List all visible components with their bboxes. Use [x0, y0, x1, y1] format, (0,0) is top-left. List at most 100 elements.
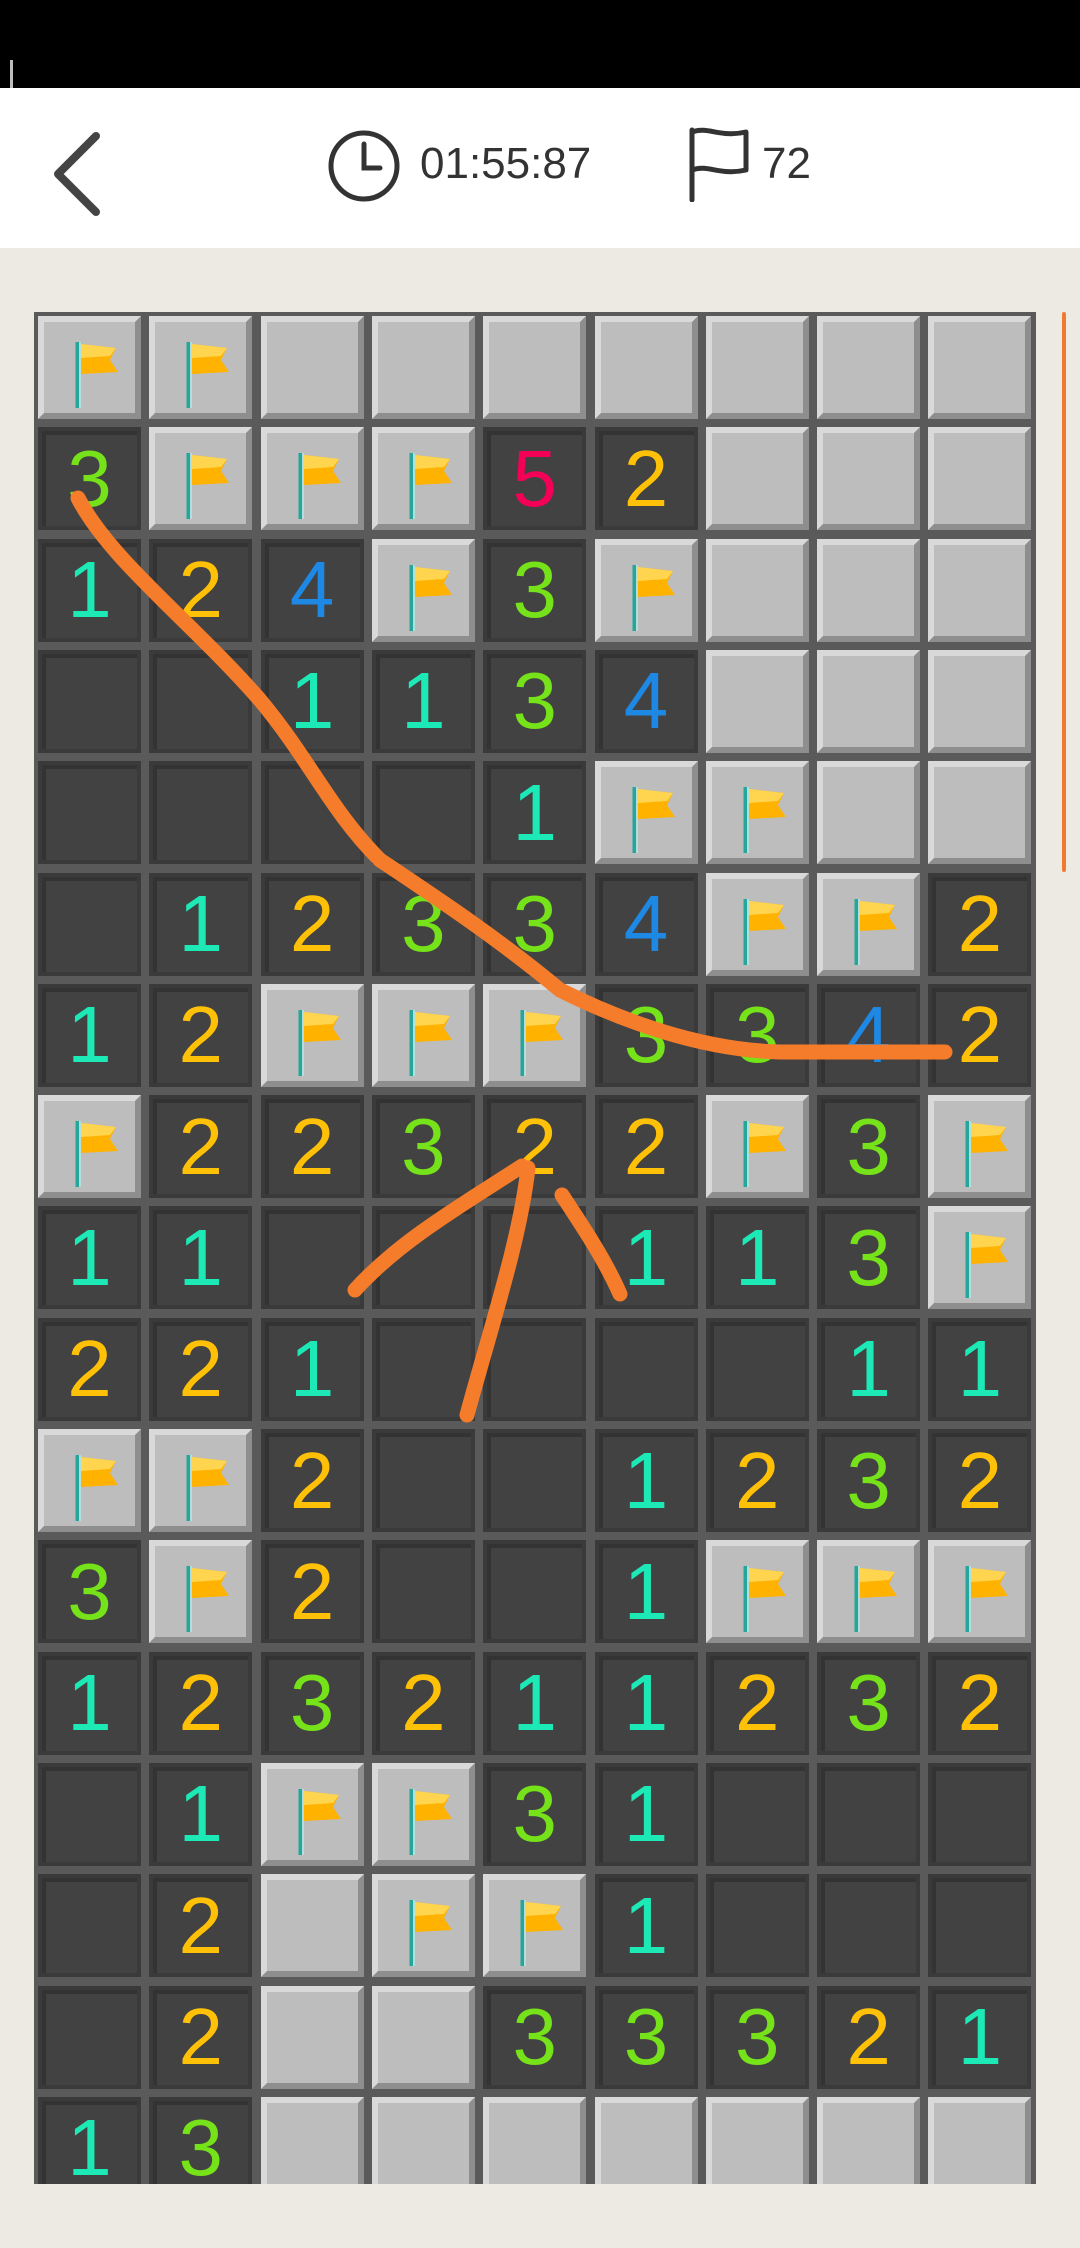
- empty-cell[interactable]: [38, 1762, 141, 1866]
- unrevealed-cell[interactable]: [260, 2096, 364, 2184]
- number-cell[interactable]: 4: [594, 872, 698, 976]
- number-cell[interactable]: 3: [38, 427, 141, 531]
- flagged-cell[interactable]: [149, 427, 253, 531]
- unrevealed-cell[interactable]: [705, 316, 809, 419]
- number-cell[interactable]: 2: [149, 1095, 253, 1199]
- number-cell[interactable]: 3: [705, 1985, 809, 2089]
- number-cell[interactable]: 1: [594, 1429, 698, 1532]
- number-cell[interactable]: 3: [483, 1985, 587, 2089]
- number-cell[interactable]: 2: [928, 872, 1032, 976]
- unrevealed-cell[interactable]: [817, 316, 921, 419]
- flagged-cell[interactable]: [38, 1429, 141, 1532]
- number-cell[interactable]: 1: [149, 1762, 253, 1866]
- empty-cell[interactable]: [483, 1540, 587, 1644]
- unrevealed-cell[interactable]: [817, 427, 921, 531]
- unrevealed-cell[interactable]: [928, 538, 1032, 642]
- flagged-cell[interactable]: [371, 983, 475, 1087]
- number-cell[interactable]: 2: [928, 1651, 1032, 1755]
- unrevealed-cell[interactable]: [705, 2096, 809, 2184]
- number-cell[interactable]: 2: [38, 1317, 141, 1421]
- unrevealed-cell[interactable]: [705, 538, 809, 642]
- number-cell[interactable]: 2: [594, 1095, 698, 1199]
- flagged-cell[interactable]: [705, 761, 809, 865]
- unrevealed-cell[interactable]: [705, 427, 809, 531]
- empty-cell[interactable]: [38, 649, 141, 753]
- number-cell[interactable]: 1: [149, 872, 253, 976]
- number-cell[interactable]: 1: [483, 761, 587, 865]
- number-cell[interactable]: 1: [594, 1762, 698, 1866]
- number-cell[interactable]: 2: [705, 1651, 809, 1755]
- empty-cell[interactable]: [371, 1206, 475, 1310]
- number-cell[interactable]: 3: [483, 649, 587, 753]
- unrevealed-cell[interactable]: [817, 538, 921, 642]
- empty-cell[interactable]: [149, 649, 253, 753]
- flagged-cell[interactable]: [705, 872, 809, 976]
- unrevealed-cell[interactable]: [260, 316, 364, 419]
- flagged-cell[interactable]: [371, 1762, 475, 1866]
- number-cell[interactable]: 2: [149, 983, 253, 1087]
- number-cell[interactable]: 1: [594, 1206, 698, 1310]
- unrevealed-cell[interactable]: [260, 1874, 364, 1978]
- number-cell[interactable]: 1: [594, 1651, 698, 1755]
- empty-cell[interactable]: [483, 1429, 587, 1532]
- number-cell[interactable]: 3: [260, 1651, 364, 1755]
- number-cell[interactable]: 3: [483, 538, 587, 642]
- flagged-cell[interactable]: [928, 1206, 1032, 1310]
- unrevealed-cell[interactable]: [371, 1985, 475, 2089]
- empty-cell[interactable]: [38, 1874, 141, 1978]
- unrevealed-cell[interactable]: [928, 316, 1032, 419]
- unrevealed-cell[interactable]: [928, 761, 1032, 865]
- number-cell[interactable]: 2: [594, 427, 698, 531]
- empty-cell[interactable]: [371, 1317, 475, 1421]
- unrevealed-cell[interactable]: [817, 649, 921, 753]
- number-cell[interactable]: 1: [705, 1206, 809, 1310]
- flagged-cell[interactable]: [594, 761, 698, 865]
- back-button[interactable]: [40, 122, 120, 222]
- flagged-cell[interactable]: [483, 983, 587, 1087]
- unrevealed-cell[interactable]: [928, 427, 1032, 531]
- number-cell[interactable]: 1: [38, 1206, 141, 1310]
- number-cell[interactable]: 1: [260, 649, 364, 753]
- number-cell[interactable]: 1: [483, 1651, 587, 1755]
- unrevealed-cell[interactable]: [260, 1985, 364, 2089]
- empty-cell[interactable]: [928, 1762, 1032, 1866]
- empty-cell[interactable]: [594, 1317, 698, 1421]
- number-cell[interactable]: 1: [38, 983, 141, 1087]
- number-cell[interactable]: 1: [38, 2096, 141, 2184]
- number-cell[interactable]: 1: [594, 1874, 698, 1978]
- unrevealed-cell[interactable]: [483, 316, 587, 419]
- empty-cell[interactable]: [371, 1540, 475, 1644]
- number-cell[interactable]: 5: [483, 427, 587, 531]
- number-cell[interactable]: 1: [371, 649, 475, 753]
- number-cell[interactable]: 2: [260, 1095, 364, 1199]
- number-cell[interactable]: 2: [928, 1429, 1032, 1532]
- number-cell[interactable]: 2: [260, 1540, 364, 1644]
- number-cell[interactable]: 4: [260, 538, 364, 642]
- empty-cell[interactable]: [38, 1985, 141, 2089]
- flagged-cell[interactable]: [371, 427, 475, 531]
- number-cell[interactable]: 1: [260, 1317, 364, 1421]
- empty-cell[interactable]: [371, 761, 475, 865]
- unrevealed-cell[interactable]: [371, 2096, 475, 2184]
- unrevealed-cell[interactable]: [928, 2096, 1032, 2184]
- flagged-cell[interactable]: [817, 1540, 921, 1644]
- unrevealed-cell[interactable]: [594, 2096, 698, 2184]
- flagged-cell[interactable]: [38, 316, 141, 419]
- flagged-cell[interactable]: [260, 1762, 364, 1866]
- empty-cell[interactable]: [38, 872, 141, 976]
- number-cell[interactable]: 3: [817, 1095, 921, 1199]
- number-cell[interactable]: 3: [483, 872, 587, 976]
- number-cell[interactable]: 2: [817, 1985, 921, 2089]
- empty-cell[interactable]: [817, 1874, 921, 1978]
- empty-cell[interactable]: [705, 1317, 809, 1421]
- flagged-cell[interactable]: [928, 1540, 1032, 1644]
- empty-cell[interactable]: [260, 761, 364, 865]
- empty-cell[interactable]: [260, 1206, 364, 1310]
- flagged-cell[interactable]: [149, 316, 253, 419]
- unrevealed-cell[interactable]: [594, 316, 698, 419]
- unrevealed-cell[interactable]: [371, 316, 475, 419]
- number-cell[interactable]: 2: [928, 983, 1032, 1087]
- empty-cell[interactable]: [817, 1762, 921, 1866]
- number-cell[interactable]: 4: [594, 649, 698, 753]
- number-cell[interactable]: 1: [38, 538, 141, 642]
